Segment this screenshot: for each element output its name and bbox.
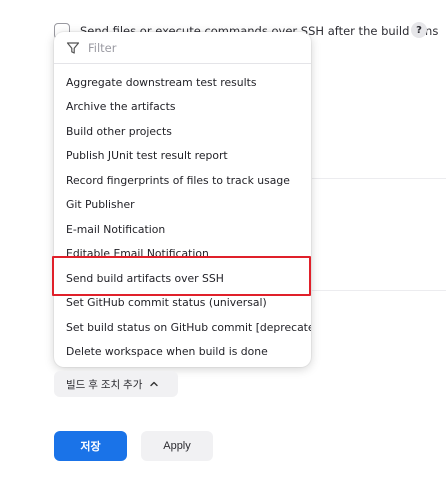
section-divider: [312, 178, 446, 179]
chevron-up-icon: [150, 381, 159, 387]
filter-input[interactable]: [88, 40, 288, 55]
add-post-build-action-button[interactable]: 빌드 후 조치 추가: [54, 371, 178, 397]
highlight-box: [52, 256, 311, 296]
menu-item-publish-junit[interactable]: Publish JUnit test result report: [54, 144, 311, 169]
menu-item-archive-artifacts[interactable]: Archive the artifacts: [54, 95, 311, 120]
post-build-action-menu: Aggregate downstream test results Archiv…: [54, 32, 311, 367]
filter-icon: [66, 41, 80, 54]
menu-item-aggregate-test-results[interactable]: Aggregate downstream test results: [54, 70, 311, 95]
menu-item-build-other-projects[interactable]: Build other projects: [54, 119, 311, 144]
save-button[interactable]: 저장: [54, 431, 127, 461]
section-divider: [312, 290, 446, 291]
menu-item-github-status-deprecated[interactable]: Set build status on GitHub commit [depre…: [54, 315, 311, 340]
menu-item-record-fingerprints[interactable]: Record fingerprints of files to track us…: [54, 168, 311, 193]
apply-button[interactable]: Apply: [141, 431, 213, 461]
menu-item-git-publisher[interactable]: Git Publisher: [54, 193, 311, 218]
filter-bar: [54, 32, 311, 64]
menu-item-list: Aggregate downstream test results Archiv…: [54, 70, 311, 364]
add-post-build-action-label: 빌드 후 조치 추가: [66, 378, 143, 391]
menu-item-email-notification[interactable]: E-mail Notification: [54, 217, 311, 242]
menu-item-delete-workspace[interactable]: Delete workspace when build is done: [54, 340, 311, 365]
help-icon[interactable]: ?: [411, 22, 427, 38]
